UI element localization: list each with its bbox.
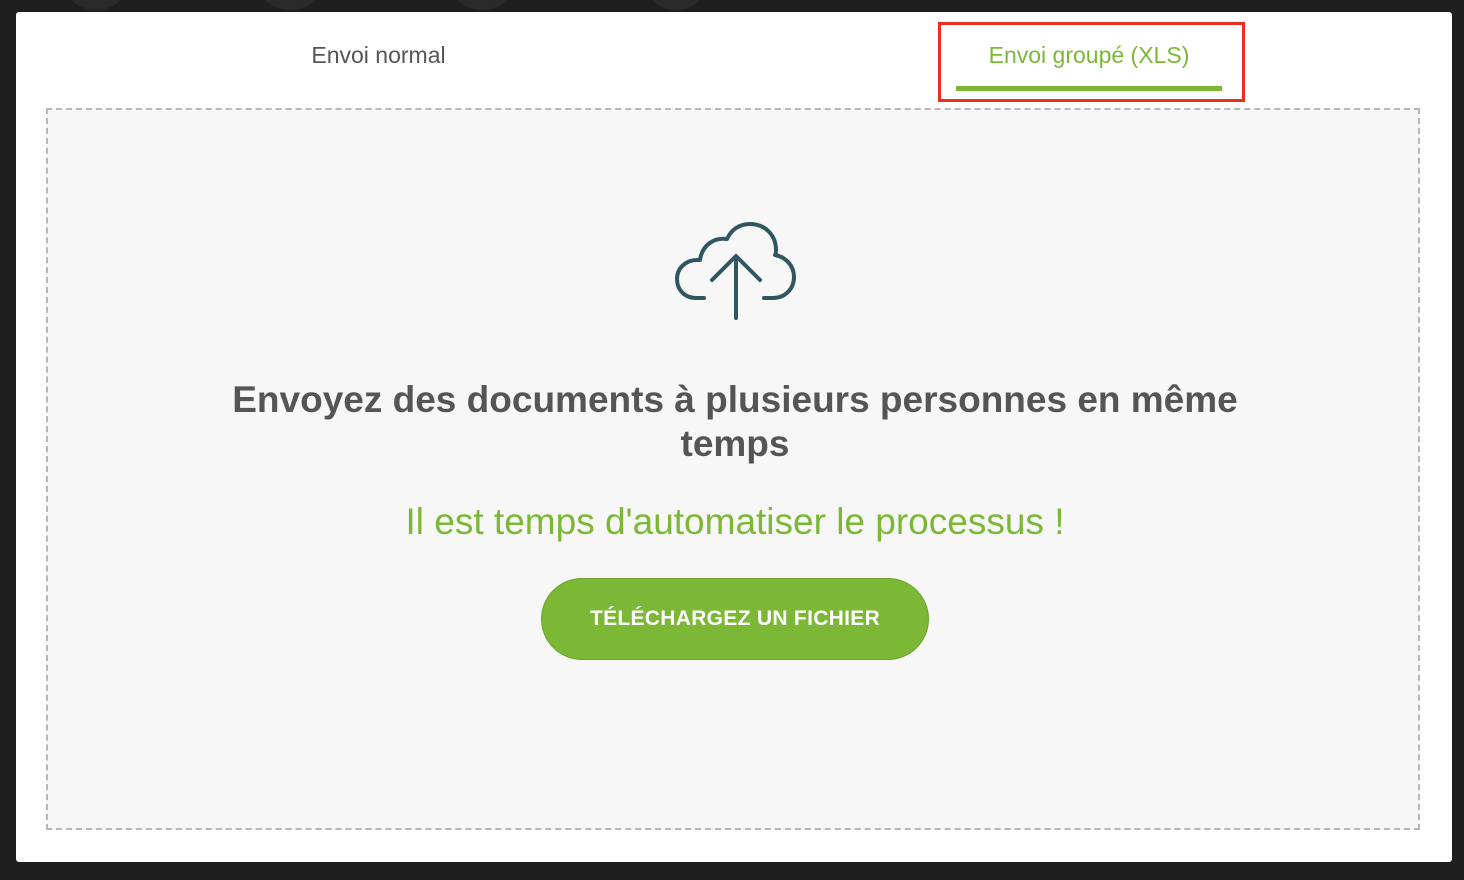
cloud-upload-icon [675, 222, 796, 320]
upload-file-button[interactable]: TÉLÉCHARGEZ UN FICHIER [541, 578, 929, 660]
dropzone-tagline: Il est temps d'automatiser le processus … [405, 501, 1065, 542]
tab-envoi-normal[interactable]: Envoi normal [286, 38, 471, 72]
highlight-annotation [938, 22, 1245, 102]
upload-modal: Envoi normal Envoi groupé (XLS) Envoyez … [16, 12, 1452, 862]
backdrop [0, 0, 1464, 10]
tab-bar: Envoi normal Envoi groupé (XLS) [16, 12, 1452, 108]
dropzone-heading: Envoyez des documents à plusieurs person… [232, 379, 1238, 464]
file-dropzone[interactable]: Envoyez des documents à plusieurs person… [46, 108, 1420, 830]
